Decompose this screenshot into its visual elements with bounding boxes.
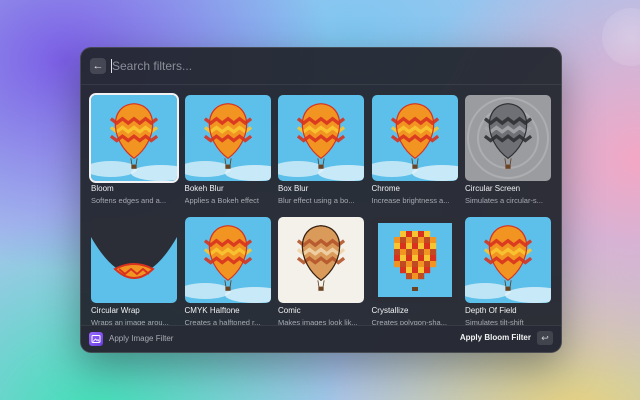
back-arrow-icon[interactable]: ←: [90, 58, 106, 74]
filter-name: Bloom: [91, 184, 114, 193]
footer-label: Apply Image Filter: [109, 334, 174, 343]
filter-thumbnail: [465, 217, 551, 303]
filter-name: Bokeh Blur: [184, 184, 224, 193]
filter-description: Increase brightness a...: [371, 196, 450, 205]
filter-card-bokeh-blur[interactable]: Bokeh Blur Applies a Bokeh effect: [184, 95, 273, 215]
filter-card-chrome[interactable]: Chrome Increase brightness a...: [371, 95, 460, 215]
filter-picker-window: ← Bloom Softens edges and a... Bokeh Blur…: [80, 47, 562, 353]
filter-description: Applies a Bokeh effect: [184, 196, 260, 205]
filter-thumbnail: [371, 217, 458, 303]
filter-card-crystallize[interactable]: Crystallize Creates polygon-sha...: [371, 217, 460, 337]
filter-card-bloom[interactable]: Bloom Softens edges and a...: [89, 93, 179, 215]
filter-thumbnail: [89, 93, 179, 183]
filter-name: Circular Wrap: [91, 306, 140, 315]
filter-card-circular-screen[interactable]: Circular Screen Simulates a circular-s...: [465, 95, 553, 215]
footer-bar: Apply Image Filter Apply Bloom Filter ↩: [81, 325, 561, 352]
return-key-icon: ↩: [537, 331, 553, 345]
filter-name: Comic: [278, 306, 301, 315]
filter-thumbnail: [184, 217, 271, 303]
filter-thumbnail: [278, 217, 364, 303]
filter-card-comic[interactable]: Comic Makes images look lik...: [278, 217, 366, 337]
filter-description: Simulates a circular-s...: [465, 196, 543, 205]
image-filter-icon: [89, 332, 103, 346]
filter-thumbnail: [465, 95, 551, 181]
search-input[interactable]: [112, 56, 532, 76]
filter-card-cmyk-halftone[interactable]: CMYK Halftone Creates a halftoned r...: [184, 217, 273, 337]
filter-name: Depth Of Field: [465, 306, 517, 315]
filter-thumbnail: [91, 217, 177, 303]
filter-name: CMYK Halftone: [184, 306, 240, 315]
background-decoration: [602, 8, 640, 66]
filter-thumbnail: [184, 95, 271, 181]
search-bar: ←: [81, 48, 561, 85]
filter-thumbnail: [371, 95, 458, 181]
filter-name: Box Blur: [278, 184, 309, 193]
filter-description: Blur effect using a bo...: [278, 196, 355, 205]
filter-card-depth-of-field[interactable]: Depth Of Field Simulates tilt-shift: [465, 217, 553, 337]
filter-card-circular-wrap[interactable]: Circular Wrap Wraps an image arou...: [91, 217, 179, 337]
filter-name: Crystallize: [371, 306, 409, 315]
filter-name: Chrome: [371, 184, 400, 193]
filter-description: Softens edges and a...: [91, 196, 167, 205]
filter-thumbnail: [278, 95, 364, 181]
filter-name: Circular Screen: [465, 184, 521, 193]
filter-card-box-blur[interactable]: Box Blur Blur effect using a bo...: [278, 95, 366, 215]
apply-filter-button[interactable]: Apply Bloom Filter: [460, 333, 531, 342]
